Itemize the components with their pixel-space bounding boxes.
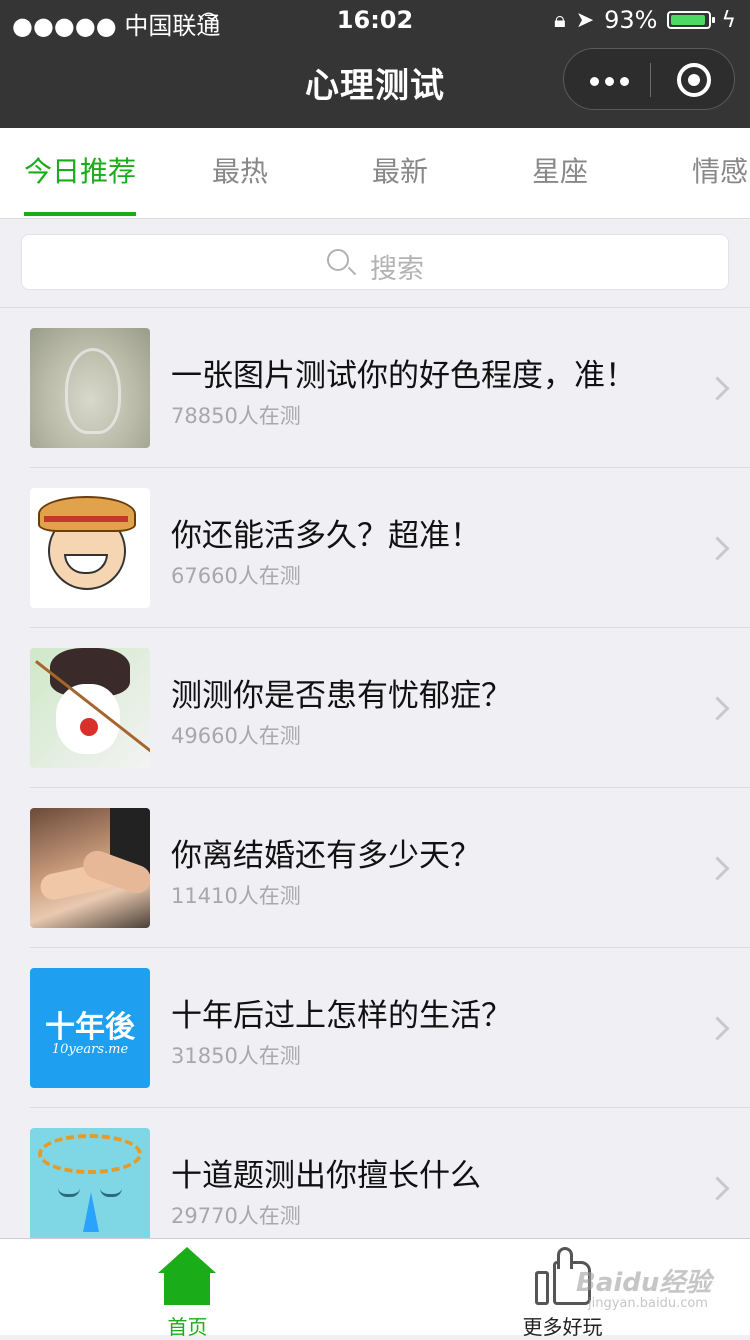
participant-count: 78850人在测 xyxy=(171,404,301,428)
tab-emotion[interactable]: 情感 xyxy=(680,128,750,218)
location-arrow-icon: ➤ xyxy=(575,7,595,33)
chevron-right-icon xyxy=(705,1016,730,1041)
test-list: 一张图片测试你的好色程度，准！ 78850人在测 你还能活多久？超准！ 6766… xyxy=(0,308,750,1238)
test-thumbnail xyxy=(30,1128,150,1238)
chevron-right-icon xyxy=(705,696,730,721)
test-thumbnail xyxy=(30,488,150,608)
test-title: 十年后过上怎样的生活？ xyxy=(171,998,512,1034)
participant-count: 11410人在测 xyxy=(171,884,301,908)
test-title: 你离结婚还有多少天？ xyxy=(171,838,481,874)
home-icon xyxy=(158,1247,216,1307)
search-area: 搜索 xyxy=(0,219,750,308)
list-item[interactable]: 十年後 10years.me 十年后过上怎样的生活？ 31850人在测 xyxy=(0,948,750,1108)
chevron-right-icon xyxy=(705,1176,730,1201)
thumbnail-text: 十年後 xyxy=(45,1010,135,1045)
list-item[interactable]: 测测你是否患有忧郁症？ 49660人在测 xyxy=(0,628,750,788)
participant-count: 67660人在测 xyxy=(171,564,301,588)
tab-new[interactable]: 最新 xyxy=(360,128,440,218)
tabbar-more-label: 更多好玩 xyxy=(522,1315,603,1339)
test-thumbnail xyxy=(30,648,150,768)
battery-fill xyxy=(671,15,705,25)
chevron-right-icon xyxy=(705,536,730,561)
test-title: 十道题测出你擅长什么 xyxy=(171,1158,481,1194)
chevron-right-icon xyxy=(705,376,730,401)
tab-zodiac[interactable]: 星座 xyxy=(520,128,600,218)
close-miniprogram-icon[interactable] xyxy=(677,63,711,97)
top-bar: ●●●●● 中国联通 ◠ 16:02 🔒︎ ➤ 93% ϟ 心理测试 xyxy=(0,0,750,128)
status-bar: ●●●●● 中国联通 ◠ 16:02 🔒︎ ➤ 93% ϟ xyxy=(0,0,750,40)
participant-count: 49660人在测 xyxy=(171,724,301,748)
test-title: 一张图片测试你的好色程度，准！ xyxy=(171,358,636,394)
status-right: 🔒︎ ➤ 93% ϟ xyxy=(554,6,736,34)
test-title: 你还能活多久？超准！ xyxy=(171,518,481,554)
participant-count: 31850人在测 xyxy=(171,1044,301,1068)
list-item[interactable]: 你离结婚还有多少天？ 11410人在测 xyxy=(0,788,750,948)
test-thumbnail: 十年後 10years.me xyxy=(30,968,150,1088)
battery-icon xyxy=(667,11,716,29)
list-item[interactable]: 十道题测出你擅长什么 29770人在测 xyxy=(0,1108,750,1238)
search-placeholder: 搜索 xyxy=(370,254,424,285)
active-tab-indicator xyxy=(24,212,136,216)
search-icon xyxy=(327,249,349,271)
charging-bolt-icon: ϟ xyxy=(721,7,736,33)
chevron-right-icon xyxy=(705,856,730,881)
rotation-lock-icon: 🔒︎ xyxy=(553,7,566,33)
list-item[interactable]: 一张图片测试你的好色程度，准！ 78850人在测 xyxy=(0,308,750,468)
participant-count: 29770人在测 xyxy=(171,1204,301,1228)
battery-percent: 93% xyxy=(604,6,658,34)
category-tabs: 今日推荐 最热 最新 星座 情感 xyxy=(0,128,750,219)
search-input[interactable]: 搜索 xyxy=(21,234,729,290)
test-thumbnail xyxy=(30,808,150,928)
tabbar-home-label: 首页 xyxy=(167,1315,208,1339)
test-thumbnail xyxy=(30,328,150,448)
tab-today[interactable]: 今日推荐 xyxy=(24,128,136,218)
miniprogram-capsule xyxy=(563,48,735,110)
tab-hot[interactable]: 最热 xyxy=(200,128,280,218)
watermark-logo: Baidu经验 xyxy=(576,1268,712,1298)
test-title: 测测你是否患有忧郁症？ xyxy=(171,678,512,714)
capsule-divider xyxy=(650,63,651,97)
more-menu-icon[interactable] xyxy=(590,77,629,86)
thumbnail-subtext: 10years.me xyxy=(51,1042,129,1057)
tabbar-home[interactable]: 首页 xyxy=(0,1239,375,1339)
watermark-url: jingyan.baidu.com xyxy=(588,1296,708,1311)
list-item[interactable]: 你还能活多久？超准！ 67660人在测 xyxy=(0,468,750,628)
